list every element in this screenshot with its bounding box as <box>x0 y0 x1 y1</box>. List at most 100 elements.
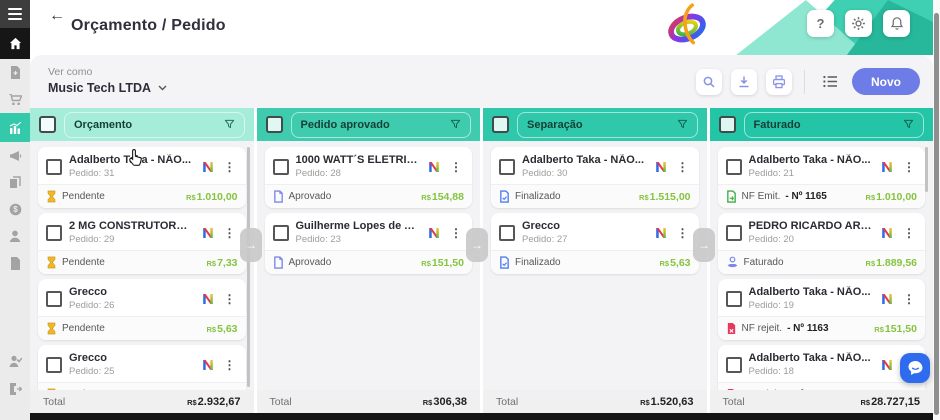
order-card[interactable]: Guilherme Lopes de A...Pedido: 23⋮Aprova… <box>265 213 473 274</box>
order-card[interactable]: 2 MG CONSTRUTORA LTD...Pedido: 29⋮Penden… <box>38 213 246 274</box>
copy-icon[interactable] <box>0 169 30 196</box>
column-body: 1000 WATT´S ELETRICA...Pedido: 28⋮Aprova… <box>257 141 481 390</box>
user-check-icon[interactable] <box>0 348 30 375</box>
download-icon[interactable] <box>731 69 757 95</box>
card-checkbox[interactable] <box>726 357 742 373</box>
card-checkbox[interactable] <box>46 291 62 307</box>
money-icon[interactable]: $ <box>0 196 30 223</box>
card-menu-button[interactable]: ⋮ <box>901 292 917 306</box>
status-label: Faturado <box>744 257 784 268</box>
filter-icon[interactable] <box>677 119 688 130</box>
card-checkbox[interactable] <box>726 159 742 175</box>
card-menu-button[interactable]: ⋮ <box>222 226 238 240</box>
new-invoice-icon[interactable] <box>0 59 30 86</box>
order-card[interactable]: Adalberto Taka - NÃO...Pedido: 30⋮Finali… <box>491 147 699 208</box>
column-scrollbar[interactable] <box>925 147 928 192</box>
card-checkbox[interactable] <box>273 225 289 241</box>
cart-icon[interactable] <box>0 86 30 113</box>
column-select-checkbox[interactable] <box>266 116 283 133</box>
filter-icon[interactable] <box>450 119 461 130</box>
logout-icon[interactable] <box>0 375 30 402</box>
order-card[interactable]: Adalberto Taka - NÃO...Pedido: 19⋮NF rej… <box>718 279 926 340</box>
column-select-checkbox[interactable] <box>719 116 736 133</box>
card-title: Adalberto Taka - NÃO... <box>749 154 874 166</box>
card-checkbox[interactable] <box>726 225 742 241</box>
order-card[interactable]: GreccoPedido: 26⋮PendenteR$5,63 <box>38 279 246 340</box>
card-checkbox[interactable] <box>46 225 62 241</box>
column-title-pill[interactable]: Faturado <box>744 112 925 138</box>
column-select-checkbox[interactable] <box>492 116 509 133</box>
order-card[interactable]: GreccoPedido: 25⋮PendenteR$5,63 <box>38 345 246 390</box>
scroll-right-arrow[interactable]: → <box>466 228 488 262</box>
scroll-right-arrow[interactable]: → <box>693 228 715 262</box>
currency-symbol: R$ <box>421 193 431 202</box>
order-card[interactable]: GreccoPedido: 27⋮FinalizadoR$5,63 <box>491 213 699 274</box>
order-card[interactable]: Adalberto Taka - NÃO...Pedido: 21⋮NF Emi… <box>718 147 926 208</box>
amount: 7,33 <box>217 257 237 269</box>
chat-bubble-icon[interactable] <box>900 353 930 383</box>
column-title-pill[interactable]: Orçamento <box>64 112 245 138</box>
channel-n-icon <box>654 160 668 174</box>
filter-icon[interactable] <box>224 119 235 130</box>
card-checkbox[interactable] <box>273 159 289 175</box>
card-menu-button[interactable]: ⋮ <box>222 292 238 306</box>
list-view-icon[interactable] <box>817 69 843 95</box>
column-select-checkbox[interactable] <box>39 116 56 133</box>
print-icon[interactable] <box>766 69 792 95</box>
column-title-pill[interactable]: Separação <box>517 112 698 138</box>
menu-icon[interactable] <box>0 0 30 28</box>
home-icon[interactable] <box>0 28 30 59</box>
document-icon[interactable] <box>0 250 30 277</box>
currency-symbol: R$ <box>639 193 649 202</box>
card-checkbox[interactable] <box>46 357 62 373</box>
help-icon[interactable]: ? <box>807 10 834 37</box>
column-title-pill[interactable]: Pedido aprovado <box>291 112 472 138</box>
card-checkbox[interactable] <box>726 291 742 307</box>
card-order-number: Pedido: 26 <box>69 300 194 311</box>
card-menu-button[interactable]: ⋮ <box>675 226 691 240</box>
card-menu-button[interactable]: ⋮ <box>675 160 691 174</box>
card-menu-button[interactable]: ⋮ <box>448 160 464 174</box>
back-button[interactable]: ← <box>49 7 65 25</box>
card-checkbox[interactable] <box>46 159 62 175</box>
card-order-number: Pedido: 30 <box>522 168 647 179</box>
card-menu-button[interactable]: ⋮ <box>222 160 238 174</box>
amount: 5,63 <box>217 323 237 335</box>
card-menu-button[interactable]: ⋮ <box>448 226 464 240</box>
amount: 151,50 <box>432 257 464 269</box>
order-card[interactable]: 1000 WATT´S ELETRICA...Pedido: 28⋮Aprova… <box>265 147 473 208</box>
column-title: Orçamento <box>74 119 132 131</box>
kanban-column-0: Orçamento Adalberto Taka - NÃO...Pedido: … <box>30 108 254 390</box>
amount: 151,50 <box>885 323 917 335</box>
new-order-button[interactable]: Novo <box>852 68 920 95</box>
currency-symbol: R$ <box>860 398 870 407</box>
status-label: Aprovado <box>289 257 332 268</box>
page-scrollbar[interactable] <box>933 0 940 420</box>
status-label: NF Emit. <box>742 191 781 202</box>
order-card[interactable]: Adalberto Taka - NÃO...Pedido: 31⋮Penden… <box>38 147 246 208</box>
notifications-icon[interactable] <box>883 10 910 37</box>
card-checkbox[interactable] <box>499 159 515 175</box>
amount: 28.727,15 <box>871 396 920 408</box>
invoice-number: - Nº 1163 <box>787 323 828 334</box>
filter-icon[interactable] <box>903 119 914 130</box>
sales-dashboard-icon[interactable] <box>0 113 30 142</box>
search-icon[interactable] <box>696 69 722 95</box>
status-label: Aprovado <box>289 191 332 202</box>
card-checkbox[interactable] <box>499 225 515 241</box>
megaphone-icon[interactable] <box>0 142 30 169</box>
card-menu-button[interactable]: ⋮ <box>901 226 917 240</box>
order-card[interactable]: Adalberto Taka - NÃO...Pedido: 18⋮NF rej… <box>718 345 926 390</box>
column-header: Pedido aprovado <box>257 108 481 141</box>
order-card[interactable]: PEDRO RICARDO AREIAS...Pedido: 20⋮Fatura… <box>718 213 926 274</box>
user-icon[interactable] <box>0 223 30 250</box>
column-scrollbar[interactable] <box>247 147 250 387</box>
top-bar: ← Orçamento / Pedido ? <box>30 0 940 55</box>
card-menu-button[interactable]: ⋮ <box>901 160 917 174</box>
currency-symbol: R$ <box>206 325 216 334</box>
view-as-selector[interactable]: Ver como Music Tech LTDA <box>48 66 167 95</box>
scroll-right-arrow[interactable]: → <box>240 228 262 262</box>
column-body: Adalberto Taka - NÃO...Pedido: 31⋮Penden… <box>30 141 254 390</box>
settings-icon[interactable] <box>845 10 872 37</box>
card-menu-button[interactable]: ⋮ <box>222 358 238 372</box>
